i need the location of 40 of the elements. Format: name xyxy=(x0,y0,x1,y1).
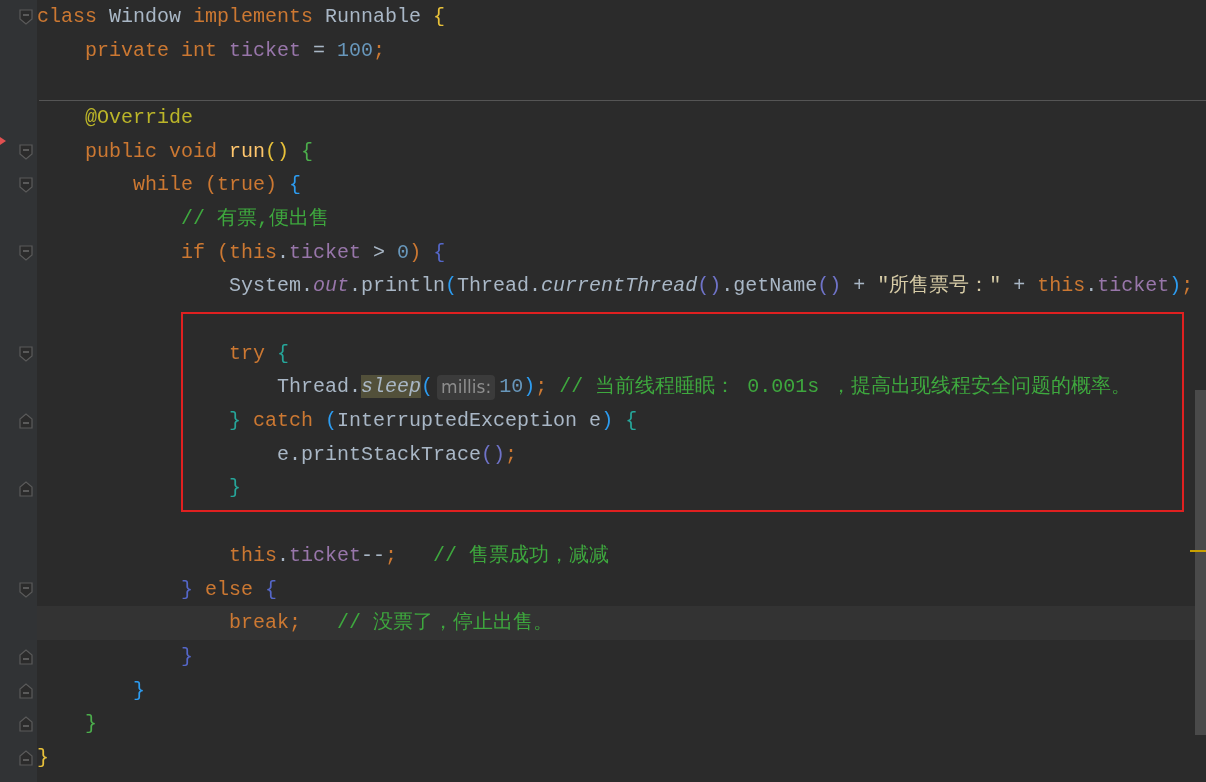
code-text: System.out.println(Thread.currentThread().getName() + "所售票号：" + this.ticket); xyxy=(228,273,1194,300)
fold-end-icon[interactable] xyxy=(19,716,33,733)
code-comment: // 当前线程睡眠： 0.001s ，提高出现线程安全问题的概率。 xyxy=(559,374,1132,401)
code-text: Thread.sleep( xyxy=(276,374,434,401)
fold-end-icon[interactable] xyxy=(19,413,33,430)
fold-icon[interactable] xyxy=(19,244,33,261)
code-text: } catch (InterruptedException e) { xyxy=(228,408,638,435)
code-text: } xyxy=(180,643,194,670)
fold-end-icon[interactable] xyxy=(19,750,33,767)
code-text: while (true) { xyxy=(132,172,302,199)
fold-end-icon[interactable] xyxy=(19,682,33,699)
code-text: private int ticket = 100; xyxy=(84,37,386,64)
code-text: @Override xyxy=(84,104,194,131)
fold-icon[interactable] xyxy=(19,143,33,160)
warning-stripe xyxy=(1190,550,1206,552)
parameter-hint: millis: xyxy=(437,374,496,401)
code-comment: // 有票,便出售 xyxy=(180,205,330,232)
code-text: e.printStackTrace(); xyxy=(276,441,518,468)
fold-icon[interactable] xyxy=(19,345,33,362)
code-text: break; xyxy=(228,610,303,637)
code-text: class Window implements Runnable { xyxy=(37,3,446,30)
code-comment: // 售票成功，减减 xyxy=(433,542,610,569)
scrollbar-thumb[interactable] xyxy=(1195,390,1206,735)
code-text: } xyxy=(84,711,97,738)
fold-end-icon[interactable] xyxy=(19,480,33,497)
fold-icon[interactable] xyxy=(19,9,33,25)
code-text: 10); xyxy=(499,374,549,401)
code-text: try { xyxy=(228,340,290,367)
fold-end-icon[interactable] xyxy=(19,649,33,666)
code-text: } xyxy=(37,744,49,771)
override-marker-icon[interactable] xyxy=(0,136,6,145)
fold-icon[interactable] xyxy=(19,177,33,194)
code-comment: // 没票了，停止出售。 xyxy=(337,610,554,637)
code-text: this.ticket--; xyxy=(228,542,399,569)
fold-icon[interactable] xyxy=(19,581,33,598)
code-text: public void run() { xyxy=(84,138,314,165)
code-text: } xyxy=(228,475,242,502)
code-text: } xyxy=(132,677,146,704)
code-text: if (this.ticket > 0) { xyxy=(180,239,446,266)
code-text: } else { xyxy=(180,576,278,603)
